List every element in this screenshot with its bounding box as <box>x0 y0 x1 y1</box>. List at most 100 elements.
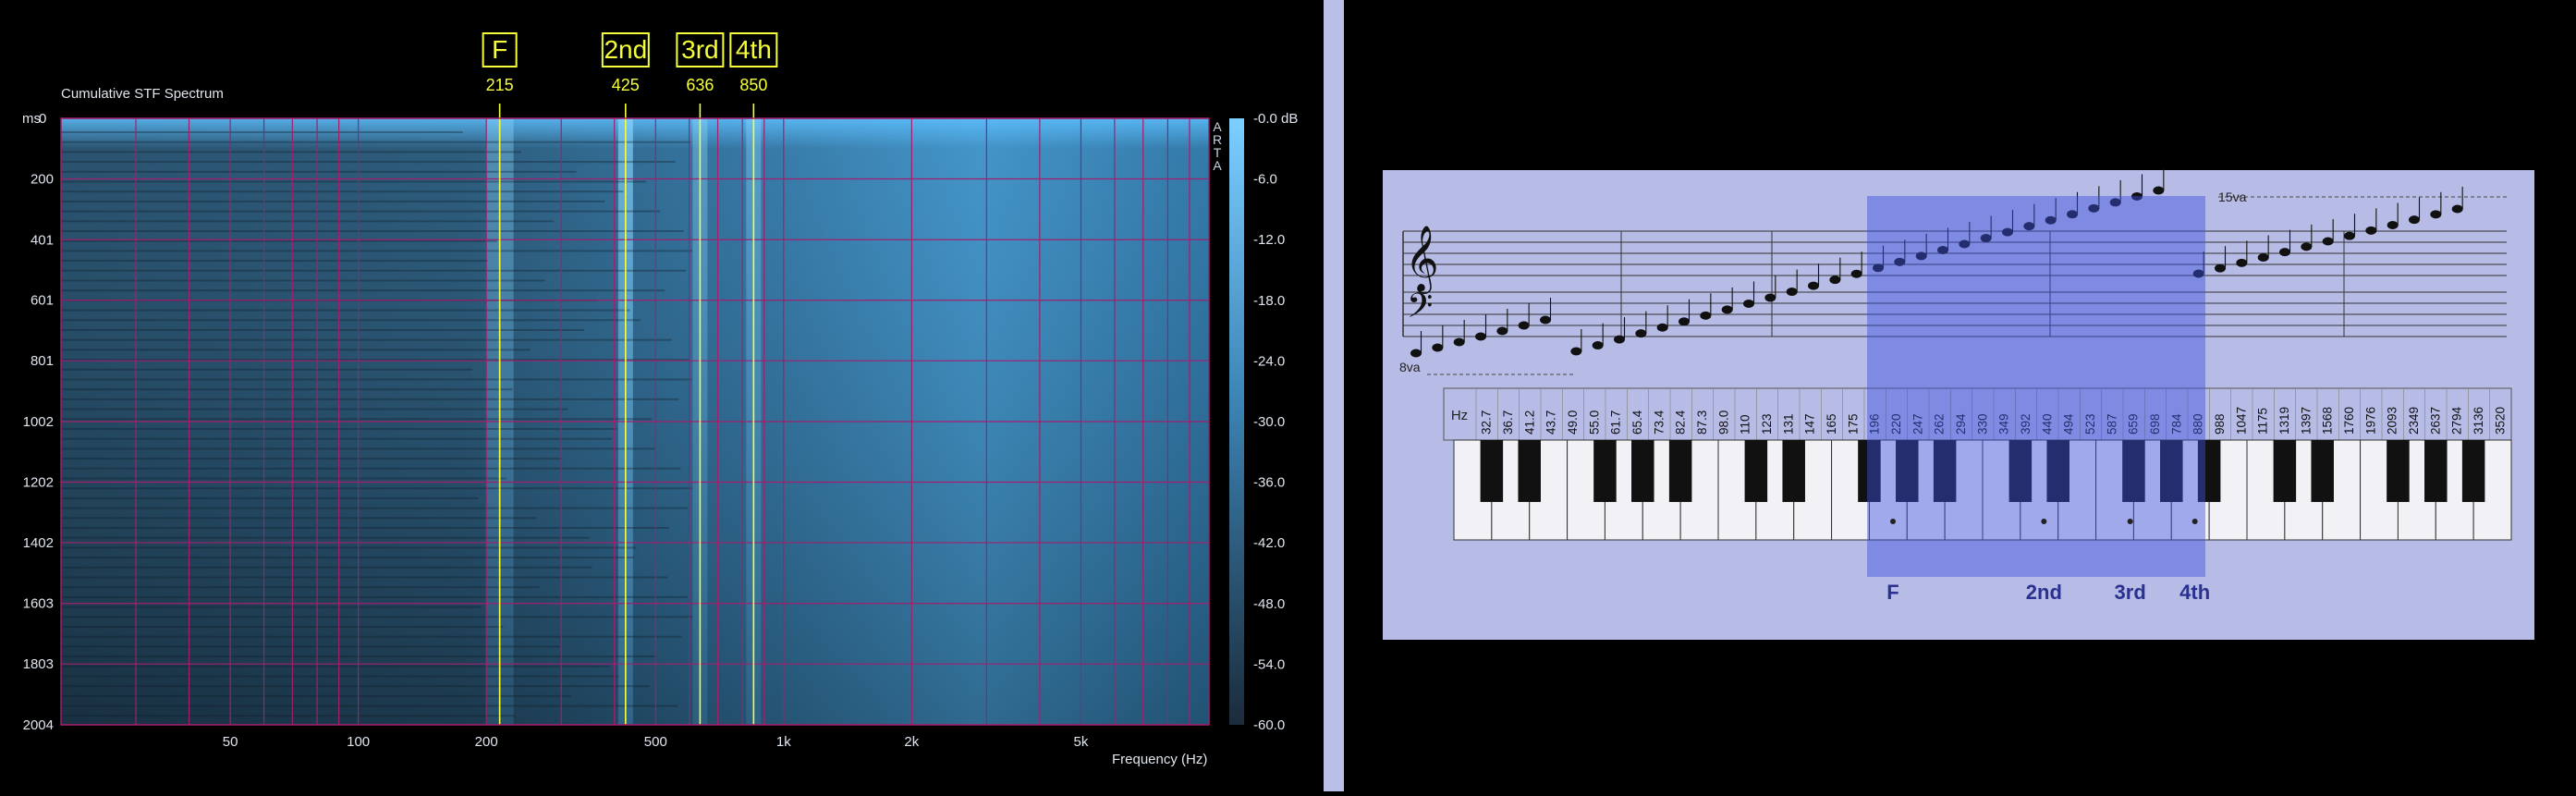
time-stripe <box>61 190 624 193</box>
time-stripe <box>61 319 641 322</box>
octave-low-label: 8va <box>1399 360 1421 374</box>
time-stripe <box>61 161 676 164</box>
note-head <box>2430 210 2442 219</box>
note-head <box>1410 349 1422 358</box>
frequency-value: 36.7 <box>1501 410 1515 435</box>
frequency-value: 1175 <box>2256 408 2270 435</box>
time-stripe <box>61 220 555 223</box>
time-stripe <box>61 496 479 499</box>
time-stripe <box>61 239 497 242</box>
note-head <box>1540 315 1551 325</box>
note-head <box>1614 335 1625 344</box>
note-head <box>1679 317 1690 326</box>
x-tick-label: 2k <box>904 734 919 750</box>
range-label: 4th <box>2179 581 2210 604</box>
y-tick-label: 1603 <box>23 596 54 612</box>
frequency-value: 2349 <box>2407 407 2421 435</box>
time-stripe <box>61 675 619 678</box>
octave-high-label: 15va <box>2218 190 2247 204</box>
time-stripe <box>61 655 657 658</box>
time-stripe <box>61 635 682 638</box>
time-stripe <box>61 616 692 618</box>
arta-watermark: ARTA <box>1213 119 1222 173</box>
spectrum-chart: Cumulative STF Spectrum F 215 2nd 425 3rd 636… <box>22 32 1298 767</box>
time-stripe <box>61 260 488 263</box>
marker-label: F <box>492 35 507 64</box>
frequency-value: 1568 <box>2321 407 2335 435</box>
db-tick-label: -24.0 <box>1253 353 1285 369</box>
y-unit-label: ms <box>22 111 41 127</box>
spectrum-title: Cumulative STF Spectrum <box>61 86 224 102</box>
frequency-value: 131 <box>1781 413 1795 435</box>
db-tick-label: -42.0 <box>1253 535 1285 551</box>
time-stripe <box>61 170 577 173</box>
x-axis-label: Frequency (Hz) <box>1112 752 1207 767</box>
frequency-value: 43.7 <box>1544 410 1558 435</box>
time-stripe <box>61 665 610 667</box>
range-label: F <box>1886 581 1898 604</box>
y-tick-label: 1202 <box>23 474 54 490</box>
note-head <box>1743 299 1754 308</box>
note-head <box>2365 226 2377 235</box>
frequency-value: 1397 <box>2299 407 2313 435</box>
frequency-value: 2093 <box>2386 407 2399 435</box>
marker-label: 4th <box>736 35 772 64</box>
note-head <box>1656 323 1668 332</box>
frequency-value: 3520 <box>2493 407 2507 435</box>
db-colorbar <box>1229 118 1244 725</box>
note-head <box>2279 248 2290 257</box>
time-stripe <box>61 586 540 589</box>
treble-clef-icon: 𝄞 <box>1405 226 1439 294</box>
time-stripe <box>61 487 692 490</box>
frequency-value: 1760 <box>2342 407 2356 435</box>
note-head <box>1592 341 1604 350</box>
key-dot <box>2041 519 2047 524</box>
plot-area <box>60 104 1210 726</box>
time-stripe <box>61 180 647 183</box>
time-stripe <box>61 338 672 341</box>
note-head <box>2451 204 2463 214</box>
frequency-value: 3136 <box>2472 407 2485 435</box>
time-stripe <box>61 566 592 569</box>
note-head <box>2409 215 2420 225</box>
frequency-value: 988 <box>2213 413 2227 435</box>
time-stripe <box>61 329 585 331</box>
time-stripe <box>61 527 669 529</box>
db-tick-label: -12.0 <box>1253 232 1285 248</box>
marker-label: 3rd <box>681 35 718 64</box>
black-key <box>2424 440 2448 502</box>
y-tick-label: 801 <box>31 353 54 369</box>
black-key <box>2311 440 2334 502</box>
keyboard-panel: 𝄞 𝄢 Hz 32.7 36.7 41.2 43.7 49.0 55.0 61.7 65.4 73.… <box>1344 0 2576 791</box>
time-stripe <box>61 576 668 579</box>
y-tick-label: 1402 <box>23 535 54 551</box>
note-head <box>2344 231 2355 240</box>
marker-frequency: 850 <box>739 76 767 94</box>
watermark-letter: A <box>1213 158 1222 173</box>
note-head <box>1570 347 1582 356</box>
y-tick-label: 1803 <box>23 656 54 672</box>
panel-divider <box>1324 0 1344 791</box>
frequency-value: 87.3 <box>1695 410 1709 435</box>
note-head <box>2322 237 2334 246</box>
range-label: 3rd <box>2115 581 2146 604</box>
frequency-value: 1047 <box>2234 407 2248 435</box>
note-head <box>1786 288 1798 297</box>
frequency-value: 98.0 <box>1716 410 1730 435</box>
time-stripe <box>61 309 630 312</box>
x-tick-label: 100 <box>347 734 370 750</box>
frequency-value: 55.0 <box>1587 410 1601 435</box>
time-stripe <box>61 477 507 480</box>
db-tick-label: -6.0 <box>1253 172 1277 188</box>
marker-frequency: 215 <box>486 76 514 94</box>
frequency-value: 165 <box>1825 413 1838 435</box>
frequency-value: 110 <box>1739 414 1752 435</box>
time-stripe <box>61 289 665 292</box>
frequency-value: 175 <box>1846 413 1860 435</box>
note-head <box>1721 305 1733 314</box>
time-stripe <box>61 408 568 410</box>
x-tick-label: 5k <box>1074 734 1089 750</box>
note-head <box>1635 329 1647 338</box>
black-key <box>1480 440 1504 502</box>
time-stripe <box>61 467 681 470</box>
